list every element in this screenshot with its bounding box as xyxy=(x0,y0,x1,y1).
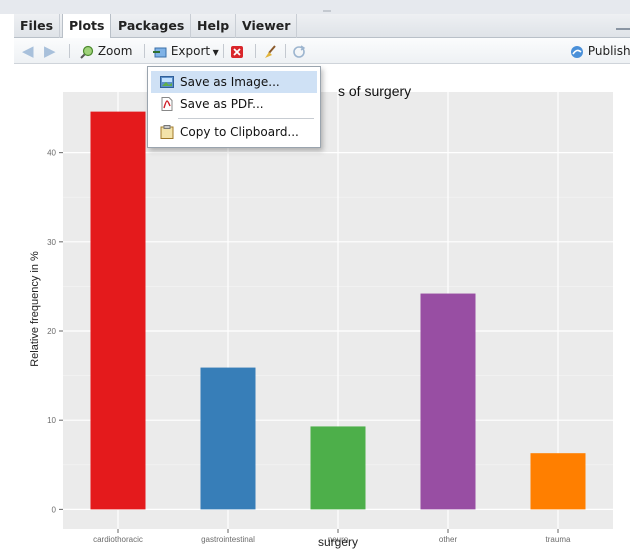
x-axis-label: surgery xyxy=(318,535,358,549)
x-tick-label: trauma xyxy=(546,535,571,544)
image-icon xyxy=(160,76,174,88)
menu-item-save-as-pdf[interactable]: Save as PDF... xyxy=(151,93,317,115)
bar-other xyxy=(420,293,476,510)
tab-help[interactable]: Help xyxy=(191,14,237,38)
y-axis-label: Relative frequency in % xyxy=(29,251,41,367)
x-tick-label: cardiothoracic xyxy=(93,535,143,544)
window-top-strip xyxy=(0,0,630,14)
bar-cardiothoracic xyxy=(90,111,146,510)
y-tick-label: 30 xyxy=(47,238,56,247)
toolbar-divider xyxy=(255,44,256,58)
x-tick-label: other xyxy=(439,535,458,544)
menu-item-copy-to-clipboard[interactable]: Copy to Clipboard... xyxy=(151,121,317,143)
pane-tab-bar: Files Plots Packages Help Viewer xyxy=(14,14,630,39)
y-tick-label: 0 xyxy=(52,505,57,514)
minimize-pane-icon[interactable] xyxy=(616,22,630,30)
bar-gastrointestinal xyxy=(200,367,256,510)
menu-item-label: Save as PDF... xyxy=(180,97,264,111)
menu-item-label: Copy to Clipboard... xyxy=(180,125,299,139)
toolbar-divider xyxy=(223,44,224,58)
refresh-button[interactable] xyxy=(292,42,306,60)
export-menu: Save as Image... Save as PDF... Copy to … xyxy=(147,66,321,148)
zoom-button[interactable]: Zoom xyxy=(80,42,132,60)
publish-label: Publish xyxy=(587,44,630,58)
toolbar-divider xyxy=(144,44,145,58)
bar-neuro xyxy=(310,426,366,510)
menu-item-save-as-image[interactable]: Save as Image... xyxy=(151,71,317,93)
y-tick-label: 40 xyxy=(47,149,56,158)
menu-separator xyxy=(178,118,314,119)
publish-icon xyxy=(571,45,583,58)
export-icon xyxy=(153,47,167,57)
plot-viewer: 0 10 20 30 40 cardiothoracic gastrointestinal… xyxy=(14,65,630,557)
bar-trauma xyxy=(530,453,586,510)
forward-arrow-icon[interactable]: ▶ xyxy=(44,42,56,60)
toolbar-divider xyxy=(69,44,70,58)
broom-icon xyxy=(265,44,276,58)
y-tick-label: 20 xyxy=(47,327,56,336)
x-tick-label: gastrointestinal xyxy=(201,535,255,544)
tab-plots[interactable]: Plots xyxy=(62,14,112,39)
tab-packages[interactable]: Packages xyxy=(112,14,192,38)
chart-title: s of surgery xyxy=(338,83,411,99)
remove-plot-icon xyxy=(231,45,243,58)
zoom-icon xyxy=(80,45,94,59)
dropdown-caret-icon: ▼ xyxy=(210,48,219,57)
remove-plot-button[interactable] xyxy=(230,42,244,60)
bar-chart: 0 10 20 30 40 cardiothoracic gastrointestinal… xyxy=(29,83,613,549)
tab-files[interactable]: Files xyxy=(14,14,61,38)
toolbar-divider xyxy=(285,44,286,58)
plots-toolbar: ◀ ▶ Zoom Export ▼ Publish xyxy=(14,38,630,64)
back-arrow-icon[interactable]: ◀ xyxy=(22,42,34,60)
pdf-icon xyxy=(161,97,173,111)
menu-item-label: Save as Image... xyxy=(180,75,280,89)
pane-resize-grip[interactable] xyxy=(323,10,331,12)
clear-all-plots-button[interactable] xyxy=(263,42,277,60)
refresh-icon xyxy=(293,44,306,58)
publish-button[interactable]: Publish xyxy=(570,42,630,60)
clipboard-icon xyxy=(160,125,174,139)
export-label: Export xyxy=(170,44,211,58)
export-button[interactable]: Export ▼ xyxy=(153,42,219,60)
tab-viewer[interactable]: Viewer xyxy=(236,14,298,38)
y-tick-label: 10 xyxy=(47,416,56,425)
zoom-label: Zoom xyxy=(97,44,133,58)
